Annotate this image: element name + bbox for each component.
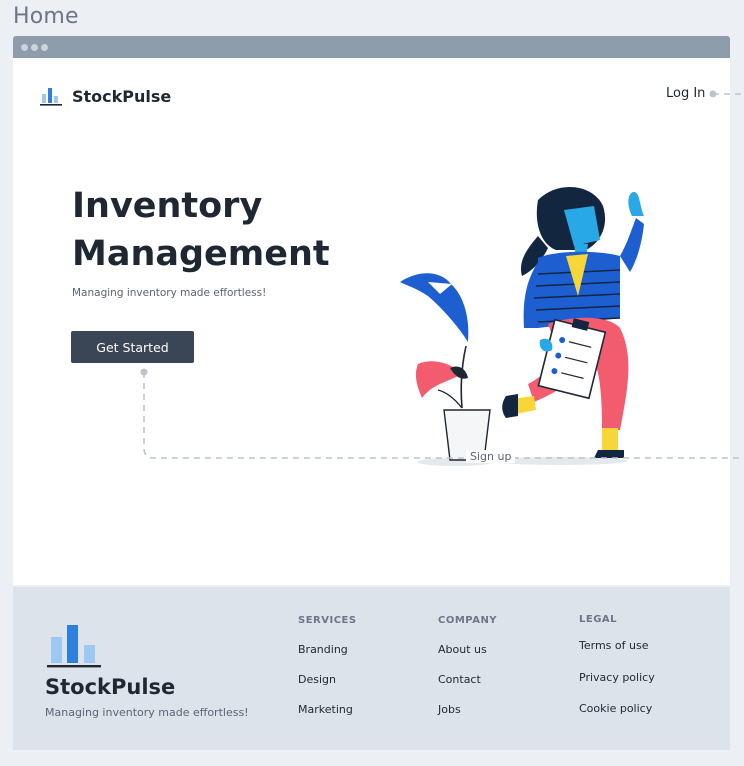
hero-subtitle: Managing inventory made effortless! (72, 287, 267, 299)
signup-flow-label: Sign up (466, 450, 516, 463)
footer-column-title: LEGAL (579, 614, 618, 625)
footer-column-company: COMPANY About us Contact Jobs (438, 615, 497, 733)
bar-chart-icon (47, 625, 101, 668)
footer-column-title: COMPANY (438, 615, 498, 626)
brand-name: StockPulse (72, 86, 172, 106)
footer-link-terms-of-use[interactable]: Terms of use (579, 639, 655, 671)
header-logo[interactable]: StockPulse (40, 86, 171, 106)
window-dot (41, 44, 48, 51)
footer-column-legal: LEGAL Terms of use Privacy policy Cookie… (579, 614, 655, 732)
bar-chart-icon (40, 88, 62, 106)
footer-link-contact[interactable]: Contact (438, 673, 497, 703)
hero-title: Inventory Management (72, 182, 330, 278)
footer-column-title: SERVICES (298, 615, 357, 626)
footer-link-privacy-policy[interactable]: Privacy policy (579, 671, 655, 702)
footer-link-cookie-policy[interactable]: Cookie policy (579, 702, 655, 732)
footer-column-services: SERVICES Branding Design Marketing (298, 615, 357, 733)
get-started-button[interactable]: Get Started (71, 331, 194, 363)
page-label: Home (13, 4, 79, 29)
browser-window-bar (13, 36, 730, 58)
hero-illustration (400, 187, 644, 466)
footer: StockPulse Managing inventory made effor… (13, 587, 730, 750)
footer-tagline: Managing inventory made effortless! (45, 706, 249, 719)
footer-link-branding[interactable]: Branding (298, 643, 357, 673)
page-frame: StockPulse Log In Inventory Management M… (13, 58, 730, 585)
footer-link-about-us[interactable]: About us (438, 643, 497, 673)
hero-title-line-2: Management (72, 234, 330, 274)
window-dot (31, 44, 38, 51)
footer-brand: StockPulse (45, 675, 176, 699)
footer-link-jobs[interactable]: Jobs (438, 703, 497, 733)
login-link[interactable]: Log In (666, 86, 705, 101)
window-dots-icon (21, 44, 28, 51)
footer-link-design[interactable]: Design (298, 673, 357, 703)
footer-link-marketing[interactable]: Marketing (298, 703, 357, 733)
hero-title-line-1: Inventory (72, 186, 263, 226)
